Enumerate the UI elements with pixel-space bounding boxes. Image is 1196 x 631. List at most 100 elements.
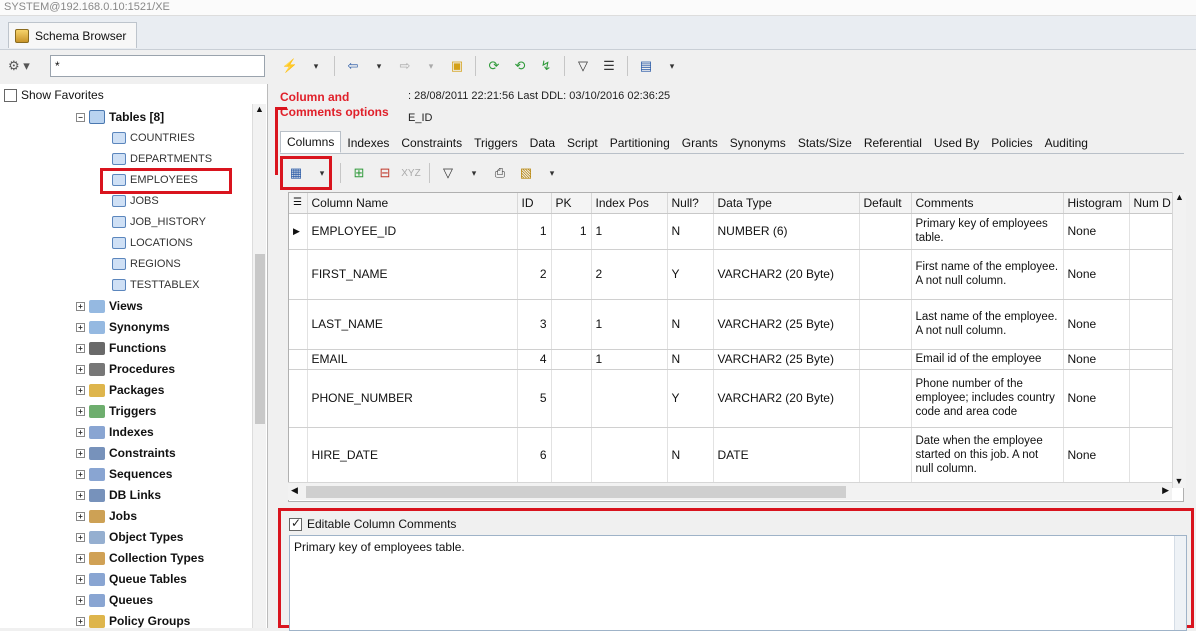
tree-node-collection-types[interactable]: + Collection Types — [76, 548, 204, 568]
grid-vertical-scrollbar[interactable]: ▲ ▼ — [1172, 192, 1186, 488]
list-icon[interactable]: ☰ — [599, 56, 619, 76]
expand-icon[interactable]: + — [76, 343, 85, 353]
expand-icon[interactable]: + — [76, 511, 85, 521]
tree-node-indexes[interactable]: + Indexes — [76, 422, 154, 442]
cell-pk[interactable] — [551, 349, 592, 370]
cell-pk[interactable] — [551, 369, 592, 428]
cell-type[interactable]: VARCHAR2 (20 Byte) — [713, 369, 860, 428]
cell-null[interactable]: N — [667, 213, 714, 250]
print-icon[interactable]: ⎙ — [490, 163, 510, 183]
cell-index-pos[interactable]: 1 — [591, 213, 668, 250]
refresh-icon[interactable]: ⟳ — [484, 56, 504, 76]
cell-id[interactable]: 6 — [517, 427, 552, 484]
cell-default[interactable] — [859, 299, 912, 350]
filter-icon[interactable]: ▽ — [573, 56, 593, 76]
tree-node-queue-tables[interactable]: + Queue Tables — [76, 569, 187, 589]
back-dropdown-icon[interactable]: ▾ — [369, 56, 389, 76]
cell-histogram[interactable]: None — [1063, 427, 1130, 484]
tree-node-policy-groups[interactable]: + Policy Groups — [76, 611, 190, 628]
cell-default[interactable] — [859, 369, 912, 428]
filter-dropdown-button[interactable]: ⚙ ▾ — [8, 58, 30, 74]
scroll-left-icon[interactable]: ◀ — [291, 485, 298, 496]
cell-type[interactable]: NUMBER (6) — [713, 213, 860, 250]
cell-pk[interactable] — [551, 299, 592, 350]
grid-filter-dropdown-icon[interactable]: ▾ — [464, 163, 484, 183]
show-favorites-checkbox[interactable] — [4, 88, 17, 102]
expand-icon[interactable]: + — [76, 406, 85, 416]
cell-index-pos[interactable] — [591, 427, 668, 484]
column-header[interactable]: PK — [551, 193, 592, 214]
tree-table-locations[interactable]: LOCATIONS — [112, 233, 193, 253]
tree-scroll-thumb[interactable] — [255, 254, 265, 424]
tree-node-synonyms[interactable]: + Synonyms — [76, 317, 170, 337]
cell-null[interactable]: N — [667, 299, 714, 350]
expand-icon[interactable]: + — [76, 595, 85, 605]
tree-node-triggers[interactable]: + Triggers — [76, 401, 156, 421]
cell-id[interactable]: 1 — [517, 213, 552, 250]
tree-node-db-links[interactable]: + DB Links — [76, 485, 161, 505]
cell-null[interactable]: N — [667, 349, 714, 370]
forward-icon[interactable]: ⇨ — [395, 56, 415, 76]
window-dropdown-icon[interactable]: ▾ — [662, 56, 682, 76]
cell-index-pos[interactable]: 1 — [591, 349, 668, 370]
tree-table-job-history[interactable]: JOB_HISTORY — [112, 212, 206, 232]
tree-node-sequences[interactable]: + Sequences — [76, 464, 172, 484]
cell-histogram[interactable]: None — [1063, 349, 1130, 370]
tree-node-queues[interactable]: + Queues — [76, 590, 153, 610]
expand-icon[interactable]: + — [76, 448, 85, 458]
cell-index-pos[interactable] — [591, 369, 668, 428]
column-header[interactable]: Null? — [667, 193, 714, 214]
tree-table-departments[interactable]: DEPARTMENTS — [112, 149, 212, 169]
table-row[interactable]: LAST_NAME 3 1 N VARCHAR2 (25 Byte) Last name … — [289, 299, 1183, 350]
tab-schema-browser[interactable]: Schema Browser — [8, 22, 138, 48]
editable-comments-toggle[interactable]: Editable Column Comments — [289, 516, 456, 531]
cell-null[interactable]: Y — [667, 249, 714, 300]
tab-constraints[interactable]: Constraints — [395, 133, 468, 153]
cell-type[interactable]: VARCHAR2 (25 Byte) — [713, 349, 860, 370]
cell-indicator[interactable]: ▶ — [289, 213, 308, 250]
cell-default[interactable] — [859, 427, 912, 484]
tab-stats-size[interactable]: Stats/Size — [792, 133, 858, 153]
editable-comments-checkbox[interactable] — [289, 516, 302, 531]
tree-node-views[interactable]: + Views — [76, 296, 143, 316]
cell-name[interactable]: HIRE_DATE — [307, 427, 518, 484]
scroll-up-icon[interactable]: ▲ — [253, 104, 266, 114]
cell-comment[interactable]: First name of the employee. A not null c… — [911, 249, 1064, 300]
tab-indexes[interactable]: Indexes — [341, 133, 395, 153]
cell-name[interactable]: PHONE_NUMBER — [307, 369, 518, 428]
cell-name[interactable]: LAST_NAME — [307, 299, 518, 350]
expand-icon[interactable]: + — [76, 427, 85, 437]
expand-icon[interactable]: + — [76, 553, 85, 563]
export-dropdown-icon[interactable]: ▾ — [542, 163, 562, 183]
tab-columns[interactable]: Columns — [280, 131, 342, 153]
grid-filter-icon[interactable]: ▽ — [438, 163, 458, 183]
expand-icon[interactable]: + — [76, 301, 85, 311]
cell-default[interactable] — [859, 213, 912, 250]
tab-partitioning[interactable]: Partitioning — [604, 133, 676, 153]
comment-scrollbar[interactable] — [1174, 536, 1186, 630]
cell-name[interactable]: EMAIL — [307, 349, 518, 370]
tab-data[interactable]: Data — [524, 133, 561, 153]
tab-synonyms[interactable]: Synonyms — [724, 133, 792, 153]
grid-hscroll-thumb[interactable] — [306, 486, 846, 498]
cell-null[interactable]: Y — [667, 369, 714, 428]
expand-icon[interactable]: + — [76, 574, 85, 584]
cell-type[interactable]: VARCHAR2 (20 Byte) — [713, 249, 860, 300]
cell-pk[interactable] — [551, 249, 592, 300]
cell-type[interactable]: VARCHAR2 (25 Byte) — [713, 299, 860, 350]
cell-pk[interactable] — [551, 427, 592, 484]
column-header[interactable]: Data Type — [713, 193, 860, 214]
xyz-icon[interactable]: XYZ — [401, 163, 421, 183]
column-header[interactable]: Column Name — [307, 193, 518, 214]
collapse-icon[interactable]: − — [76, 112, 85, 122]
edit-column-icon[interactable]: ⊟ — [375, 163, 395, 183]
expand-icon[interactable]: + — [76, 385, 85, 395]
cell-indicator[interactable] — [289, 349, 308, 370]
tree-node-object-types[interactable]: + Object Types — [76, 527, 183, 547]
column-header[interactable]: ID — [517, 193, 552, 214]
cell-indicator[interactable] — [289, 299, 308, 350]
tab-triggers[interactable]: Triggers — [468, 133, 524, 153]
table-row[interactable]: HIRE_DATE 6 N DATE Date when the employee st… — [289, 427, 1183, 484]
table-row[interactable]: FIRST_NAME 2 2 Y VARCHAR2 (20 Byte) First nam… — [289, 249, 1183, 300]
cell-comment[interactable]: Email id of the employee — [911, 349, 1064, 370]
